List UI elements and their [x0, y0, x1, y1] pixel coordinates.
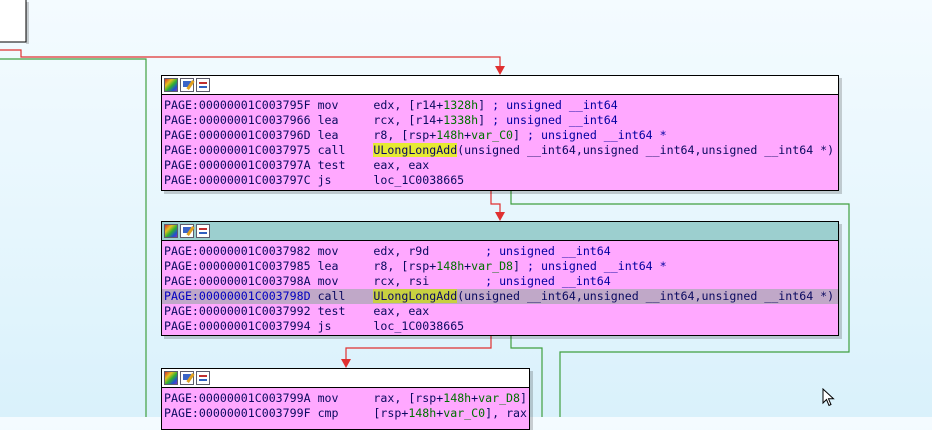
block-header	[162, 76, 838, 95]
operands: ULongLongAdd(unsigned __int64,unsigned _…	[373, 289, 835, 303]
operands: eax, eax	[373, 158, 430, 172]
mnemonic: lea	[317, 113, 346, 127]
graph-icon[interactable]	[196, 371, 210, 385]
mnemonic: mov	[317, 98, 346, 112]
mnemonic: call	[317, 143, 346, 157]
edge-green-left	[0, 58, 147, 417]
address: PAGE:00000001C0037966	[164, 113, 311, 127]
address: PAGE:00000001C0037982	[164, 244, 311, 258]
mnemonic: lea	[317, 259, 346, 273]
mnemonic: test	[317, 304, 346, 318]
asm-line[interactable]: PAGE:00000001C003796D lea r8, [rsp+148h+…	[162, 128, 838, 143]
address: PAGE:00000001C0037985	[164, 259, 311, 273]
asm-line[interactable]: PAGE:00000001C003799F cmp [rsp+148h+var_…	[162, 406, 529, 421]
asm-line[interactable]: PAGE:00000001C003797A test eax, eax	[162, 158, 838, 173]
code-block-3[interactable]: PAGE:00000001C003799A mov rax, [rsp+148h…	[161, 368, 530, 430]
operands: eax, eax	[373, 304, 430, 318]
graph-canvas[interactable]	[0, 0, 932, 417]
graph-icon[interactable]	[196, 224, 210, 238]
operands: ULongLongAdd(unsigned __int64,unsigned _…	[373, 143, 835, 157]
operands: rax, [rsp+148h+var_D8]	[373, 391, 528, 405]
asm-line[interactable]: PAGE:00000001C0037985 lea r8, [rsp+148h+…	[162, 259, 838, 274]
address: PAGE:00000001C0037992	[164, 304, 311, 318]
operands: rcx, rsi ; unsigned __int64	[373, 274, 611, 288]
address: PAGE:00000001C003799F	[164, 406, 311, 420]
operands: edx, [r14+1328h] ; unsigned __int64	[373, 98, 618, 112]
palette-icon[interactable]	[164, 224, 178, 238]
code-block-1[interactable]: PAGE:00000001C003795F mov edx, [r14+1328…	[161, 75, 839, 191]
graph-icon[interactable]	[196, 78, 210, 92]
operands: loc_1C0038665	[373, 319, 465, 333]
arrow-head-block1	[495, 66, 505, 75]
address: PAGE:00000001C003798D	[164, 289, 311, 303]
mnemonic: lea	[317, 128, 346, 142]
partial-node-top-left[interactable]	[0, 0, 27, 43]
operands: rcx, [r14+1338h] ; unsigned __int64	[373, 113, 618, 127]
arrow-head-block3	[341, 359, 351, 368]
code-block-2[interactable]: PAGE:00000001C0037982 mov edx, r9d ; uns…	[161, 221, 839, 336]
operands: [rsp+148h+var_C0], rax	[373, 406, 528, 420]
address: PAGE:00000001C0037994	[164, 319, 311, 333]
mouse-cursor-icon	[822, 388, 835, 407]
mnemonic: mov	[317, 244, 346, 258]
arrow-head-block2	[495, 212, 505, 221]
asm-line[interactable]: PAGE:00000001C0037994 js loc_1C0038665	[162, 319, 838, 334]
mnemonic: test	[317, 158, 346, 172]
operands: loc_1C0038665	[373, 173, 465, 187]
operands: r8, [rsp+148h+var_D8] ; unsigned __int64…	[373, 259, 667, 273]
address: PAGE:00000001C003795F	[164, 98, 311, 112]
palette-icon[interactable]	[164, 78, 178, 92]
address: PAGE:00000001C003798A	[164, 274, 311, 288]
operands: edx, r9d ; unsigned __int64	[373, 244, 611, 258]
mnemonic: mov	[317, 391, 346, 405]
asm-line[interactable]: PAGE:00000001C0037992 test eax, eax	[162, 304, 838, 319]
palette-icon[interactable]	[164, 371, 178, 385]
block-header	[162, 369, 529, 388]
block-header	[162, 222, 838, 241]
edge-red-block2-block3	[345, 334, 492, 360]
address: PAGE:00000001C003796D	[164, 128, 311, 142]
mnemonic: mov	[317, 274, 346, 288]
asm-line[interactable]: PAGE:00000001C0037982 mov edx, r9d ; uns…	[162, 244, 838, 259]
address: PAGE:00000001C003797A	[164, 158, 311, 172]
rename-icon[interactable]	[180, 78, 194, 92]
rename-icon[interactable]	[180, 371, 194, 385]
address: PAGE:00000001C0037975	[164, 143, 311, 157]
edge-red-block1-block2	[490, 189, 501, 214]
operands: r8, [rsp+148h+var_C0] ; unsigned __int64…	[373, 128, 667, 142]
mnemonic: cmp	[317, 406, 346, 420]
asm-line[interactable]: PAGE:00000001C0037966 lea rcx, [r14+1338…	[162, 113, 838, 128]
mnemonic: call	[317, 289, 346, 303]
rename-icon[interactable]	[180, 224, 194, 238]
asm-line[interactable]: PAGE:00000001C0037975 call ULongLongAdd(…	[162, 143, 838, 158]
mnemonic: js	[317, 319, 346, 333]
asm-line[interactable]: PAGE:00000001C003798A mov rcx, rsi ; uns…	[162, 274, 838, 289]
address: PAGE:00000001C003797C	[164, 173, 311, 187]
asm-line[interactable]: PAGE:00000001C003799A mov rax, [rsp+148h…	[162, 391, 529, 406]
address: PAGE:00000001C003799A	[164, 391, 311, 405]
asm-line[interactable]: PAGE:00000001C003797C js loc_1C0038665	[162, 173, 838, 188]
asm-line[interactable]: PAGE:00000001C003795F mov edx, [r14+1328…	[162, 98, 838, 113]
mnemonic: js	[317, 173, 346, 187]
asm-line-selected[interactable]: PAGE:00000001C003798D call ULongLongAdd(…	[162, 289, 838, 304]
